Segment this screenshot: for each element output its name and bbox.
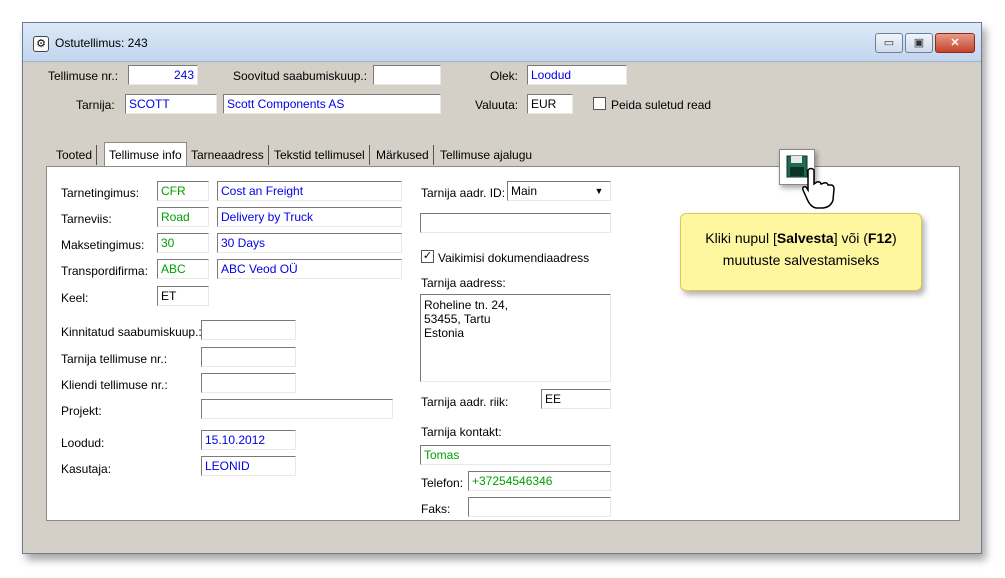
tooltip-text: ] või ( <box>833 230 868 246</box>
user-field[interactable]: LEONID <box>201 456 296 476</box>
tab-markused[interactable]: Märkused <box>372 145 434 165</box>
payment-terms-name-field[interactable]: 30 Days <box>217 233 402 253</box>
confirmed-arrival-field[interactable] <box>201 320 296 340</box>
status-field[interactable]: Loodud <box>527 65 627 85</box>
order-no-label: Tellimuse nr.: <box>48 69 119 83</box>
fax-label: Faks: <box>421 502 451 516</box>
app-gear-icon: ⚙ <box>33 36 49 52</box>
tooltip-line2: muutuste salvestamiseks <box>722 252 880 268</box>
user-label: Kasutaja: <box>61 462 112 476</box>
delivery-method-label: Tarneviis: <box>61 212 112 226</box>
hide-closed-checkbox[interactable] <box>593 97 606 110</box>
save-hint-tooltip: Kliki nupul [Salvesta] või (F12) muutust… <box>680 213 922 291</box>
transport-code-field[interactable]: ABC <box>157 259 209 279</box>
customer-order-field[interactable] <box>201 373 296 393</box>
supplier-address-textarea[interactable]: Roheline tn. 24, 53455, Tartu Estonia <box>420 294 611 382</box>
fax-field[interactable] <box>468 497 611 517</box>
addr-id-label: Tarnija aadr. ID: <box>421 186 506 200</box>
chevron-down-icon[interactable]: ▼ <box>592 184 606 198</box>
desired-arrival-label: Soovitud saabumiskuup.: <box>233 69 368 83</box>
delivery-terms-label: Tarnetingimus: <box>61 186 140 200</box>
payment-terms-code-field[interactable]: 30 <box>157 233 209 253</box>
confirmed-arrival-label: Kinnitatud saabumiskuup.: <box>61 325 202 339</box>
addr-id-value: Main <box>511 184 538 198</box>
addr-extra-field[interactable] <box>420 213 611 233</box>
language-label: Keel: <box>61 291 89 305</box>
tab-tooted[interactable]: Tooted <box>52 145 98 165</box>
project-field[interactable] <box>201 399 393 419</box>
tab-tarneaadress[interactable]: Tarneaadress <box>187 145 269 165</box>
transport-label: Transpordifirma: <box>61 264 148 278</box>
status-label: Olek: <box>490 69 519 83</box>
tooltip-line1: Kliki nupul [Salvesta] või (F12) <box>681 227 921 249</box>
language-field[interactable]: ET <box>157 286 209 306</box>
tooltip-text: ) <box>892 230 897 246</box>
address-line: 53455, Tartu <box>424 312 491 326</box>
default-doc-label: Vaikimisi dokumendiaadress <box>438 251 590 265</box>
payment-terms-label: Maksetingimus: <box>61 238 145 252</box>
transport-name-field[interactable]: ABC Veod OÜ <box>217 259 402 279</box>
supplier-order-label: Tarnija tellimuse nr.: <box>61 352 168 366</box>
address-line: Estonia <box>424 326 465 340</box>
contact-label: Tarnija kontakt: <box>421 425 502 439</box>
tab-tekstid-tellimusel[interactable]: Tekstid tellimusel <box>270 145 370 165</box>
address-line: Roheline tn. 24, <box>424 298 509 312</box>
default-doc-checkbox[interactable]: ✓ <box>421 250 434 263</box>
tooltip-save-word: Salvesta <box>776 230 834 246</box>
window-title: Ostutellimus: 243 <box>55 36 148 50</box>
title-bar[interactable]: ⚙ Ostutellimus: 243 ▭ ▣ ✕ <box>23 23 981 62</box>
hide-closed-label: Peida suletud read <box>611 98 712 112</box>
phone-field[interactable]: +37254546346 <box>468 471 611 491</box>
delivery-method-name-field[interactable]: Delivery by Truck <box>217 207 402 227</box>
created-field[interactable]: 15.10.2012 <box>201 430 296 450</box>
delivery-terms-name-field[interactable]: Cost an Freight <box>217 181 402 201</box>
close-button[interactable]: ✕ <box>935 33 975 53</box>
tab-tellimuse-info[interactable]: Tellimuse info <box>104 142 187 167</box>
country-label: Tarnija aadr. riik: <box>421 395 509 409</box>
country-field[interactable]: EE <box>541 389 611 409</box>
tooltip-text: Kliki nupul [ <box>705 230 777 246</box>
customer-order-label: Kliendi tellimuse nr.: <box>61 378 168 392</box>
minimize-button[interactable]: ▭ <box>875 33 903 53</box>
supplier-name-field[interactable]: Scott Components AS <box>223 94 441 114</box>
delivery-method-code-field[interactable]: Road <box>157 207 209 227</box>
supplier-address-label: Tarnija aadress: <box>421 276 506 290</box>
delivery-terms-code-field[interactable]: CFR <box>157 181 209 201</box>
supplier-label: Tarnija: <box>76 98 115 112</box>
hand-cursor-icon <box>802 167 835 209</box>
desired-arrival-field[interactable] <box>373 65 441 85</box>
currency-label: Valuuta: <box>475 98 519 112</box>
project-label: Projekt: <box>61 404 102 418</box>
order-no-field[interactable]: 243 <box>128 65 198 85</box>
maximize-button[interactable]: ▣ <box>905 33 933 53</box>
supplier-code-field[interactable]: SCOTT <box>125 94 217 114</box>
supplier-order-field[interactable] <box>201 347 296 367</box>
created-label: Loodud: <box>61 436 105 450</box>
phone-label: Telefon: <box>421 476 464 490</box>
contact-field[interactable]: Tomas <box>420 445 611 465</box>
tab-tellimuse-ajalugu[interactable]: Tellimuse ajalugu <box>436 145 536 165</box>
tooltip-key: F12 <box>867 230 893 246</box>
currency-field[interactable]: EUR <box>527 94 573 114</box>
